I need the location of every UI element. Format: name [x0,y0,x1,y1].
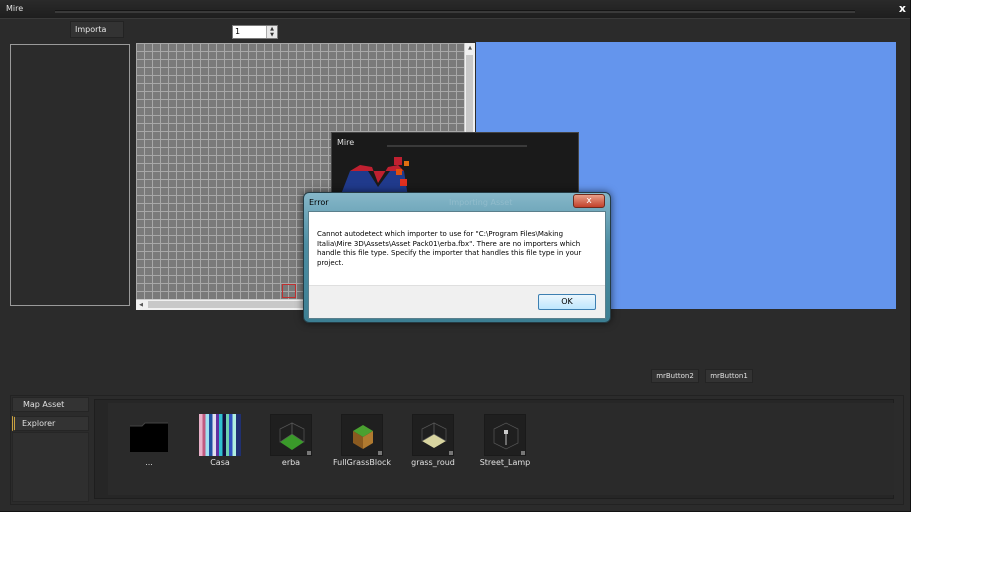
error-dialog: Error Importing Asset x Cannot autodetec… [303,192,611,323]
asset-item[interactable]: grass_roud [398,414,468,467]
splash-title: Mire [337,138,355,147]
asset-label: Street_Lamp [479,458,531,467]
grass-tile-icon [270,414,312,456]
scroll-left-icon[interactable]: ◀ [136,300,146,310]
splash-title-divider [387,145,527,147]
asset-item[interactable]: ... [114,414,184,467]
sidebar-item-map-asset[interactable]: Map Asset [12,397,89,412]
error-message: Cannot autodetect which importer to use … [317,230,582,267]
mrbutton1[interactable]: mrButton1 [705,369,753,383]
app-window: Mire x Importa 1 ▲ ▼ ▲ ◀ ▶ Mire [0,0,911,512]
number-spinner[interactable]: 1 ▲ ▼ [232,25,278,39]
scroll-up-icon[interactable]: ▲ [465,43,475,53]
spinner-arrows[interactable]: ▲ ▼ [266,26,277,38]
dialog-footer: OK [309,285,605,318]
sidebar-item-explorer[interactable]: Explorer [12,416,89,431]
title-bar: Mire x [0,0,910,19]
import-button[interactable]: Importa [70,21,124,38]
asset-item[interactable]: FullGrassBlock [327,414,397,467]
window-title: Mire [6,4,24,13]
texture-stripes-icon [199,414,241,456]
asset-item[interactable]: Street_Lamp [470,414,540,467]
folder-icon [128,414,170,456]
dialog-title: Error [309,198,329,207]
mire-logo-icon [340,157,409,197]
asset-label: ... [145,458,153,467]
asset-label: FullGrassBlock [332,458,392,467]
asset-label: Casa [210,458,230,467]
dialog-close-button[interactable]: x [573,194,605,208]
asset-item[interactable]: erba [256,414,326,467]
spinner-value: 1 [235,27,241,36]
asset-label: grass_roud [411,458,455,467]
dialog-background-title: Importing Asset [449,198,513,207]
asset-label: erba [281,458,301,467]
sidebar-column [12,432,89,502]
title-divider [55,10,855,13]
mrbutton2[interactable]: mrButton2 [651,369,699,383]
selection-marker[interactable] [282,284,296,298]
street-lamp-icon [484,414,526,456]
spinner-down-icon[interactable]: ▼ [267,32,277,38]
ok-button[interactable]: OK [538,294,596,310]
splash-window: Mire [331,132,579,197]
left-panel [10,44,130,306]
close-icon[interactable]: x [899,2,906,15]
dialog-body: Cannot autodetect which importer to use … [308,211,606,319]
asset-item[interactable]: Casa [185,414,255,467]
grass-block-icon [341,414,383,456]
road-tile-icon [412,414,454,456]
